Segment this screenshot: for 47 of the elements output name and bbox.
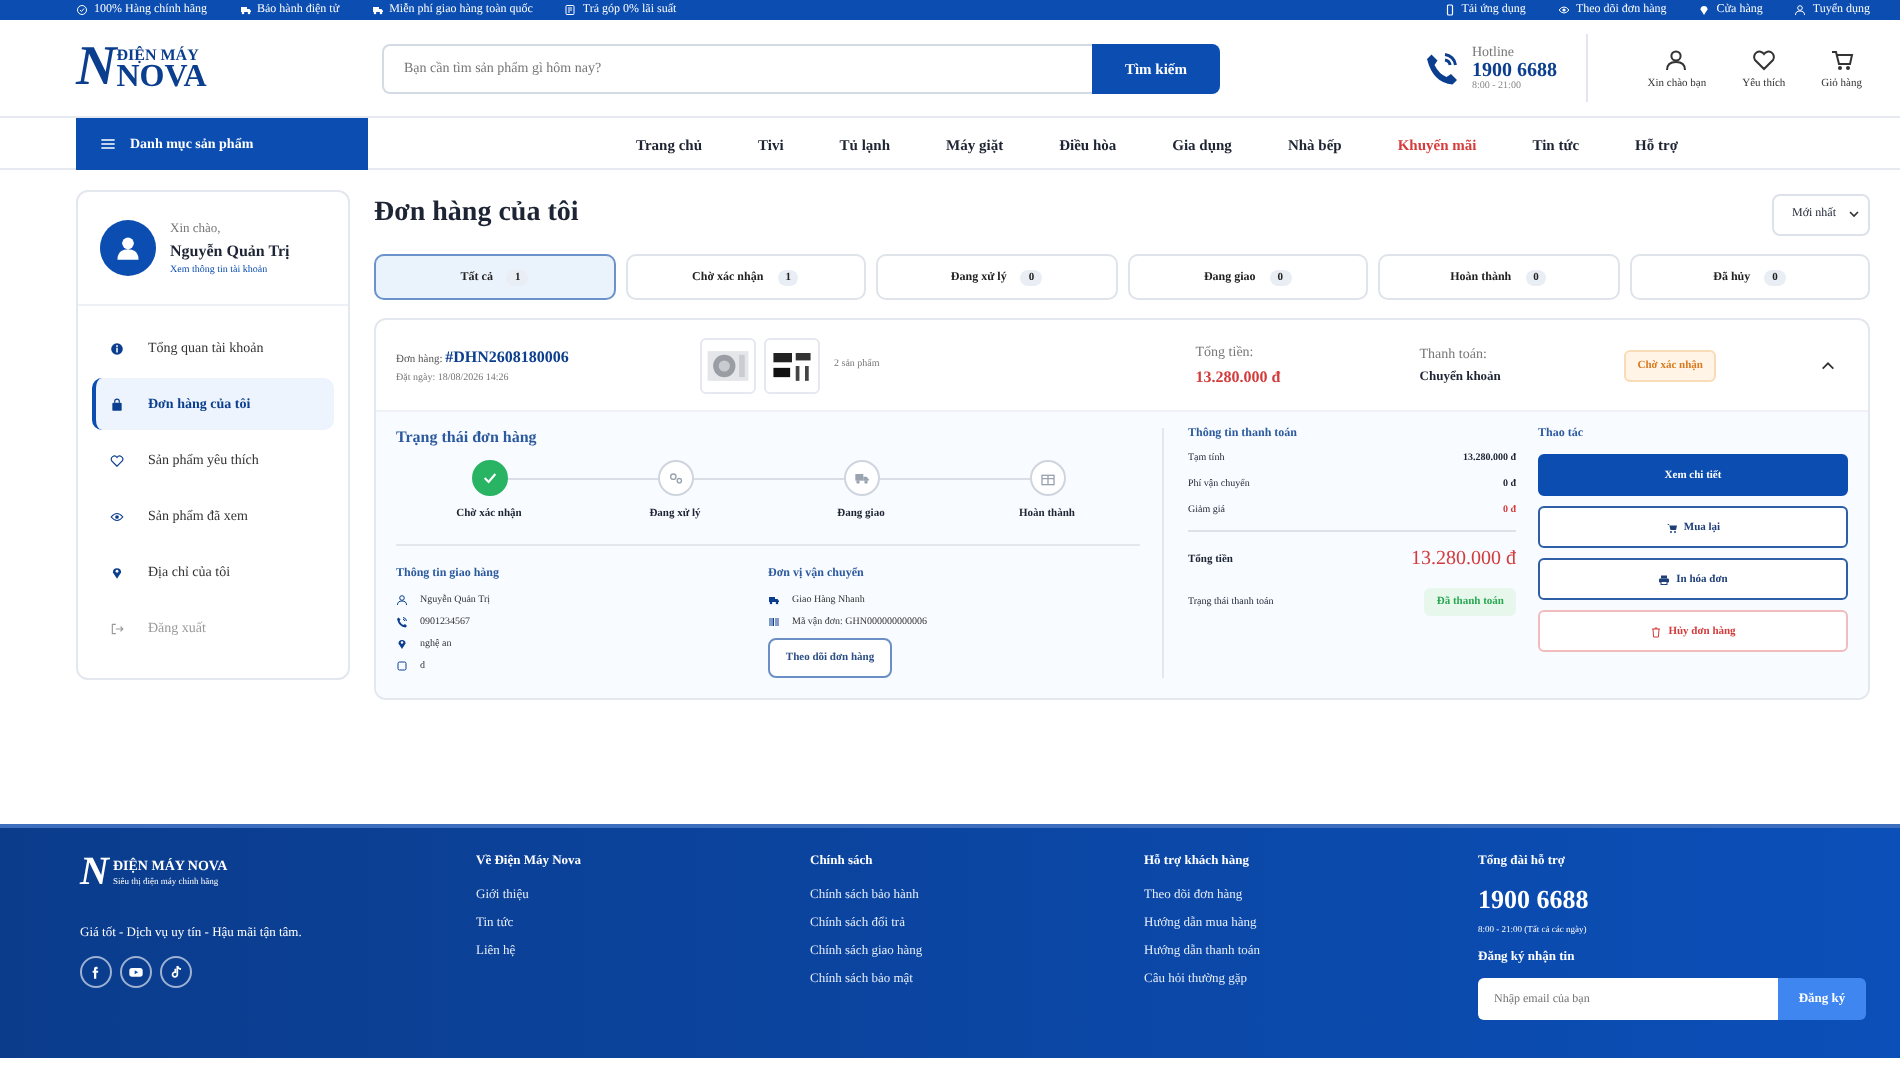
cart-icon	[1665, 521, 1678, 533]
support-phone: 1900 6688	[1478, 884, 1591, 916]
phone-icon	[396, 616, 408, 628]
bag-icon	[110, 397, 124, 411]
youtube-icon	[128, 964, 144, 980]
truck-icon	[853, 470, 869, 486]
logout-icon	[110, 621, 124, 635]
social-button[interactable]	[120, 956, 152, 988]
social-button[interactable]	[160, 956, 192, 988]
truck-icon	[239, 4, 251, 16]
hotline-number: 1900 6688	[1472, 60, 1557, 82]
menu-icon	[100, 136, 116, 152]
location-pin-icon	[396, 638, 408, 650]
check-icon	[481, 470, 497, 486]
phone-icon	[1443, 4, 1456, 16]
user-icon	[114, 234, 142, 262]
user-icon	[1664, 47, 1689, 71]
document-icon	[564, 4, 577, 16]
truck-icon	[371, 4, 384, 16]
chevron-up-icon	[1820, 357, 1836, 373]
heart-icon	[110, 453, 124, 467]
page-title: Đơn hàng của tôi	[374, 198, 579, 230]
trash-icon	[1650, 625, 1663, 637]
payment-total: 13.280.000 đ	[1411, 548, 1516, 570]
info-icon	[110, 341, 124, 355]
location-pin-icon	[110, 565, 124, 579]
facebook-icon	[88, 964, 104, 980]
truck-icon	[768, 594, 780, 606]
phone-icon	[1424, 50, 1460, 86]
eye-icon	[110, 509, 124, 523]
collapse-toggle[interactable]	[1820, 357, 1836, 373]
heart-icon	[1751, 47, 1776, 71]
tiktok-icon	[168, 964, 184, 980]
user-icon	[1794, 4, 1807, 16]
user-name: Nguyễn Quản Trị	[170, 241, 290, 259]
section-title: Trạng thái đơn hàng	[396, 428, 539, 446]
gears-icon	[667, 470, 683, 486]
location-pin-icon	[1698, 4, 1711, 16]
cart-icon	[1829, 47, 1854, 71]
check-circle-icon	[76, 4, 88, 16]
eye-icon	[1557, 4, 1570, 16]
printer-icon	[1658, 573, 1671, 585]
social-button[interactable]	[80, 956, 112, 988]
barcode-icon	[768, 616, 780, 628]
chevron-down-icon	[1848, 208, 1860, 220]
user-icon	[396, 594, 408, 606]
order-total: 13.280.000 đ	[1195, 368, 1283, 386]
